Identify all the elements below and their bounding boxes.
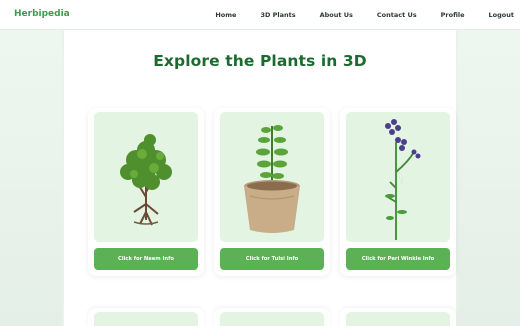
tulsi-info-button[interactable]: Click for Tulsi Info	[220, 248, 324, 270]
nav-link-home[interactable]: Home	[215, 11, 236, 19]
neem-tree-icon	[120, 134, 172, 226]
plant-image-periwinkle[interactable]	[346, 112, 450, 242]
nav-link-3d-plants[interactable]: 3D Plants	[260, 11, 295, 19]
main-content: Explore the Plants in 3D Click for Neem …	[64, 30, 456, 326]
page-title: Explore the Plants in 3D	[153, 52, 367, 70]
plant-image-neem[interactable]	[94, 112, 198, 242]
nav-link-logout[interactable]: Logout	[489, 11, 514, 19]
plant-card-row2-2	[214, 308, 330, 326]
plant-image-placeholder	[94, 312, 198, 326]
plant-card-row2-1	[88, 308, 204, 326]
nav-links: Home 3D Plants About Us Contact Us Profi…	[191, 0, 514, 30]
periwinkle-flower-icon	[385, 119, 421, 240]
plant-card-neem: Click for Neem Info	[88, 108, 204, 276]
page-background-left	[0, 30, 62, 326]
navbar: Herbipedia Home 3D Plants About Us Conta…	[0, 0, 520, 30]
periwinkle-info-button[interactable]: Click for Peri Winkle Info	[346, 248, 450, 270]
nav-link-contact-us[interactable]: Contact Us	[377, 11, 417, 19]
neem-info-button[interactable]: Click for Neem Info	[94, 248, 198, 270]
page-background-right	[458, 30, 520, 326]
tulsi-pot-icon	[244, 125, 300, 233]
nav-link-profile[interactable]: Profile	[441, 11, 465, 19]
plant-image-placeholder	[346, 312, 450, 326]
site-logo[interactable]: Herbipedia	[14, 9, 70, 19]
plant-image-tulsi[interactable]	[220, 112, 324, 242]
plant-card-periwinkle: Click for Peri Winkle Info	[340, 108, 456, 276]
plant-card-row2-3	[340, 308, 456, 326]
plant-card-tulsi: Click for Tulsi Info	[214, 108, 330, 276]
plant-image-placeholder	[220, 312, 324, 326]
nav-link-about-us[interactable]: About Us	[320, 11, 353, 19]
